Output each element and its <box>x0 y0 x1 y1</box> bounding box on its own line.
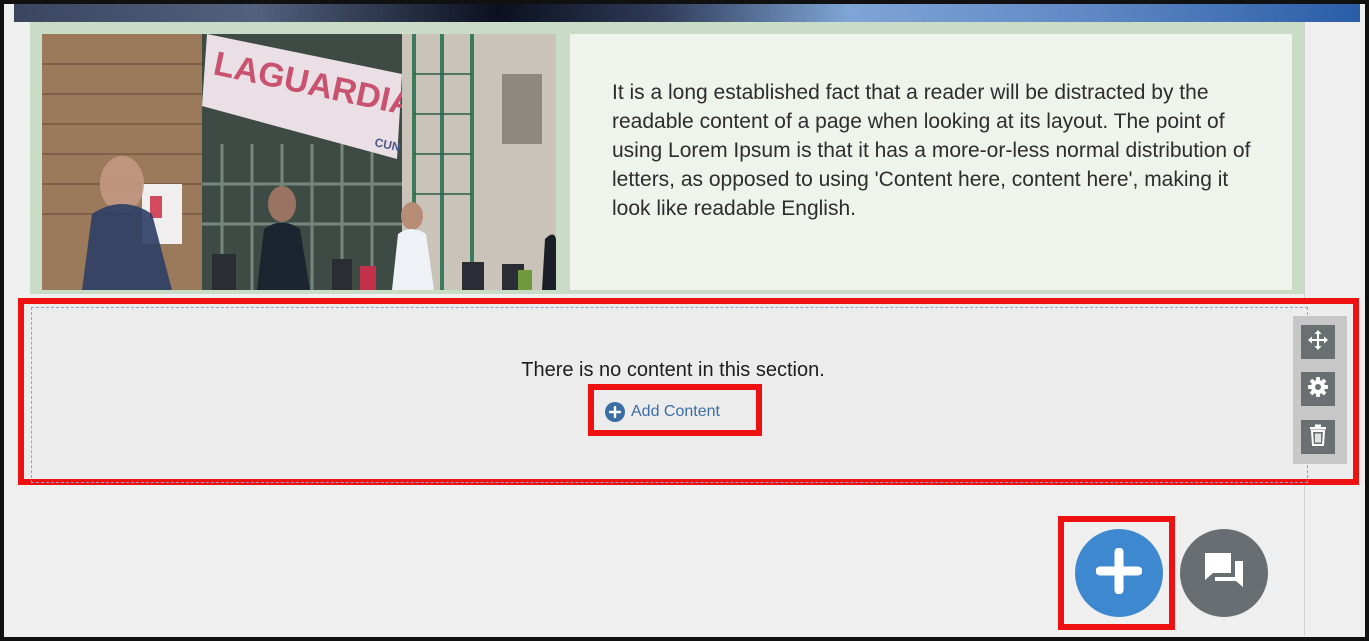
plus-icon <box>1095 547 1143 599</box>
trash-icon <box>1308 424 1328 451</box>
section-settings-button[interactable] <box>1301 372 1335 406</box>
campus-photo-drawing: LAGUARDIA COMMUNITY COLLEGE CUNY <box>42 34 556 290</box>
hero-text-panel: It is a long established fact that a rea… <box>570 34 1292 290</box>
delete-section-button[interactable] <box>1301 420 1335 454</box>
empty-section-highlight: There is no content in this section. Add… <box>18 298 1359 485</box>
add-section-fab[interactable] <box>1075 529 1163 617</box>
add-content-label: Add Content <box>631 403 720 420</box>
hero-paragraph: It is a long established fact that a rea… <box>612 81 1251 220</box>
move-section-button[interactable] <box>1301 325 1335 359</box>
hero-section: LAGUARDIA COMMUNITY COLLEGE CUNY <box>30 22 1304 294</box>
add-content-button[interactable]: Add Content <box>605 398 720 426</box>
gear-icon <box>1307 376 1329 403</box>
header-image-strip <box>14 4 1360 22</box>
campus-photo: LAGUARDIA COMMUNITY COLLEGE CUNY <box>42 34 556 290</box>
move-icon <box>1306 328 1330 357</box>
empty-section-message: There is no content in this section. <box>521 359 825 381</box>
section-toolbar <box>1293 316 1347 464</box>
plus-circle-icon <box>605 402 625 422</box>
comments-fab[interactable] <box>1180 529 1268 617</box>
chat-bubbles-icon <box>1201 549 1247 598</box>
